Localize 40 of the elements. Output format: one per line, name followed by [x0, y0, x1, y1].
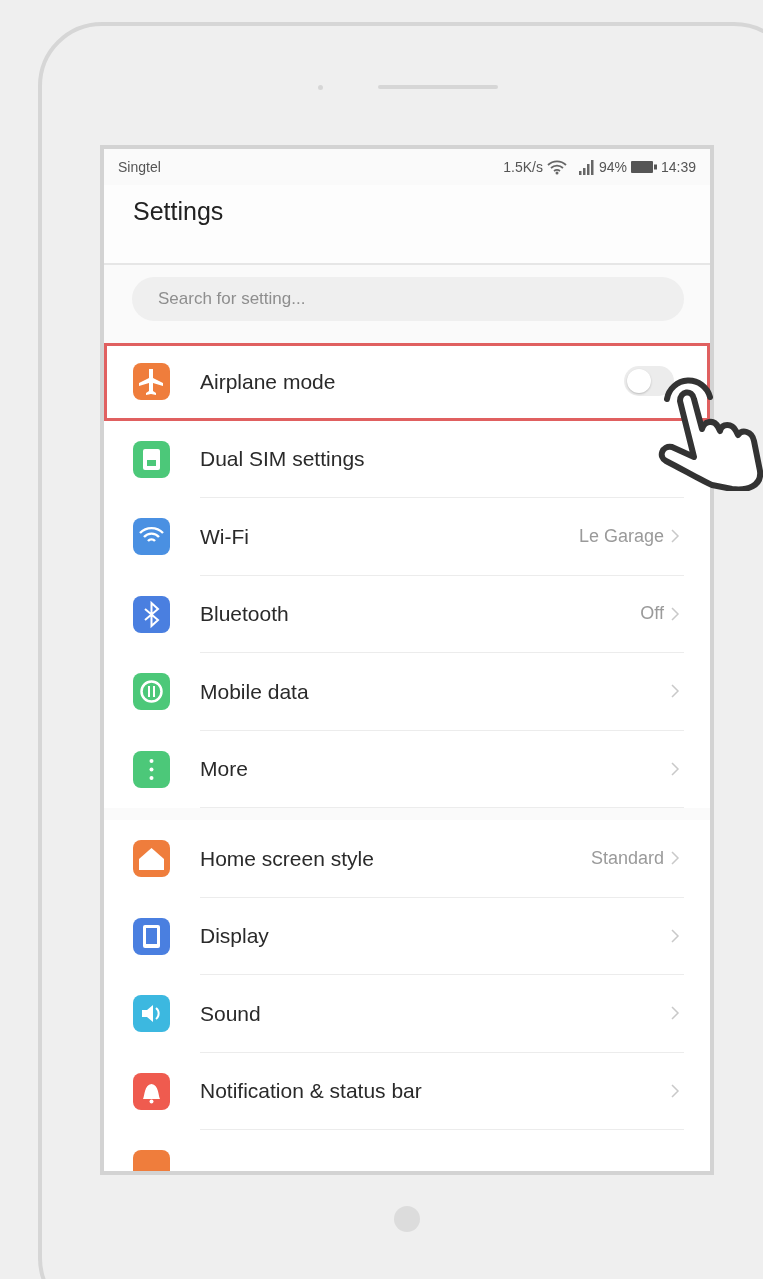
settings-row[interactable]: Bluetooth Off [104, 575, 710, 653]
row-label: Display [200, 923, 270, 949]
chevron-right-icon [670, 760, 680, 777]
signal-icon [578, 159, 595, 175]
row-label: Bluetooth [200, 601, 290, 627]
row-label: Dual SIM settings [200, 446, 366, 472]
row-label: Notification & status bar [200, 1078, 423, 1104]
chevron-right-icon [670, 605, 680, 622]
chevron-right-icon [670, 927, 680, 944]
row-label: Home screen style [200, 845, 375, 872]
chevron-right-icon [670, 1082, 680, 1099]
camera-dot [318, 85, 323, 90]
row-label: More [200, 756, 249, 782]
wifi-icon [546, 159, 567, 175]
network-speed: 1.5K/s [503, 157, 543, 177]
settings-row[interactable]: Notification & status bar [104, 1052, 710, 1130]
settings-row[interactable]: Airplane mode [104, 343, 710, 421]
chevron-right-icon [670, 850, 680, 867]
row-value: Standard [590, 846, 664, 870]
chevron-right-icon [670, 528, 680, 545]
row-value: Off [640, 602, 664, 626]
chevron-right-icon [670, 683, 680, 700]
settings-row[interactable]: More [104, 730, 710, 808]
settings-row[interactable]: Wi-Fi Le Garage [104, 498, 710, 576]
search-field[interactable]: Search for setting... [132, 277, 684, 321]
row-value: Le Garage [578, 524, 664, 548]
row-label: Mobile data [200, 678, 310, 705]
clock-time: 14:39 [660, 157, 696, 177]
battery-icon [630, 161, 657, 173]
carrier-name: Singtel [118, 157, 161, 177]
settings-row[interactable]: Display [104, 897, 710, 975]
row-label: Sound [200, 1000, 262, 1027]
row-label: Wi-Fi [200, 523, 250, 550]
row-label: Airplane mode [200, 368, 337, 395]
settings-row[interactable]: Sound [104, 975, 710, 1053]
toggle-switch[interactable] [624, 366, 674, 397]
chevron-right-icon [670, 1005, 680, 1022]
settings-row[interactable]: Mobile data [104, 653, 710, 731]
settings-row[interactable]: Home screen style Standard [104, 820, 710, 898]
battery-percent: 94% [598, 157, 627, 177]
